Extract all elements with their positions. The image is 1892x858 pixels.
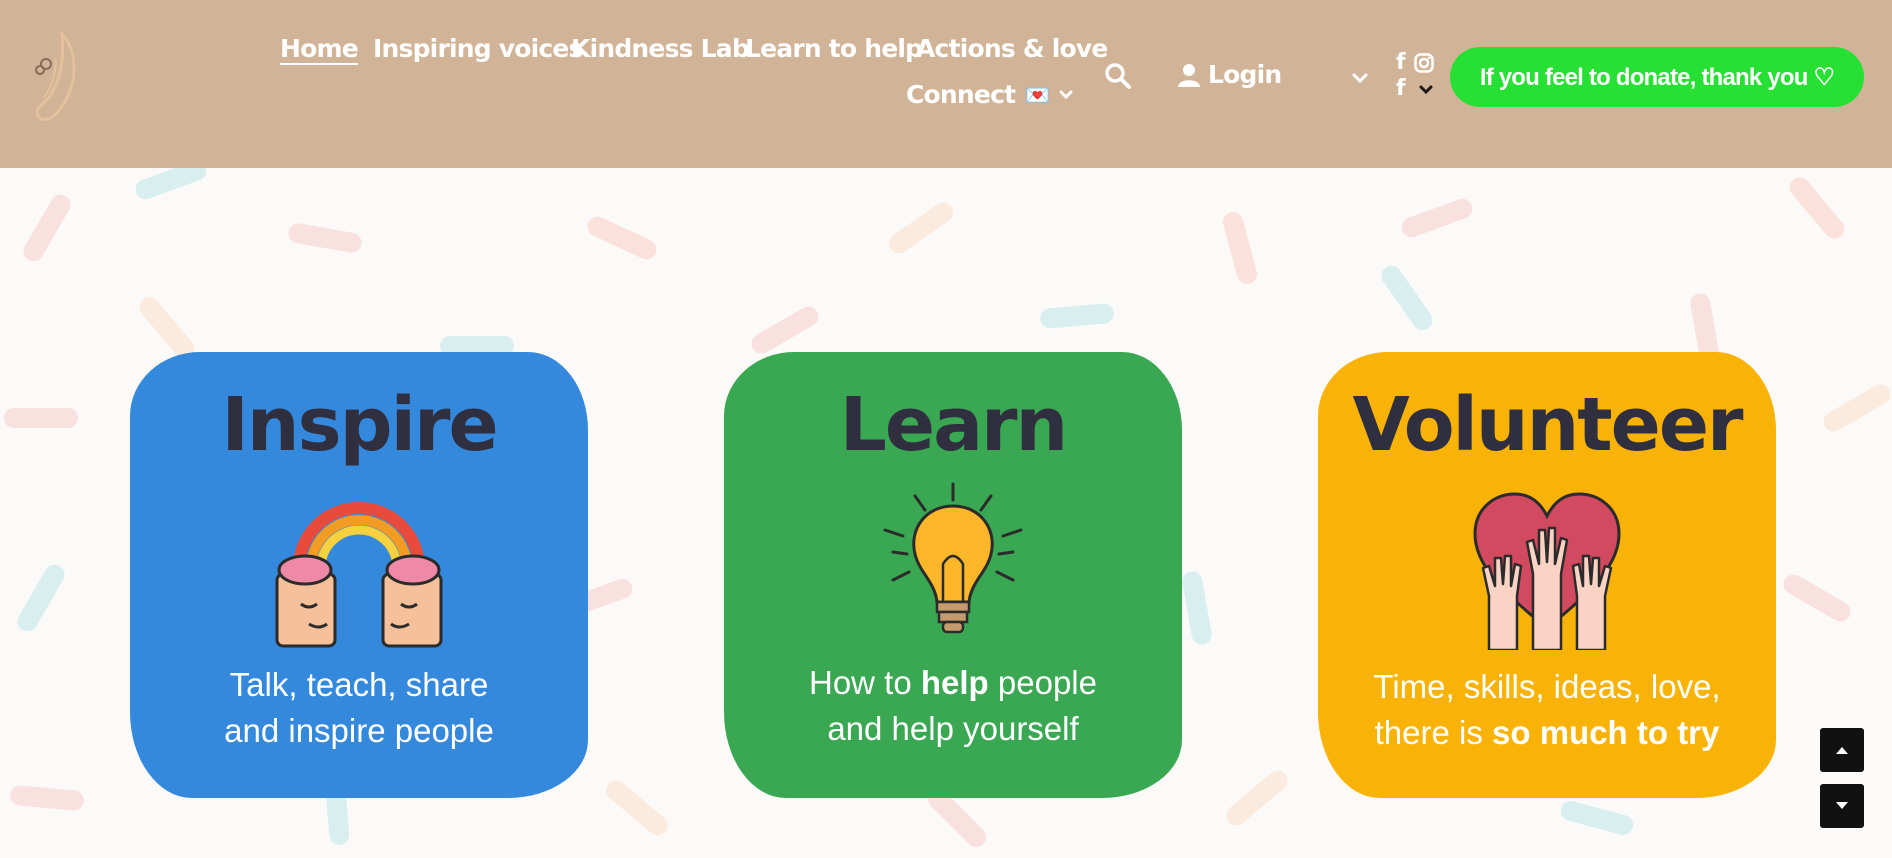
confetti-piece: [286, 221, 364, 255]
scroll-up-button[interactable]: [1820, 728, 1864, 772]
card-inspire[interactable]: Inspire Talk, teach, share and inspire p…: [130, 352, 588, 798]
card-volunteer[interactable]: Volunteer Time, skills, ideas, love, the…: [1318, 352, 1776, 798]
nav-connect-dropdown[interactable]: Connect 💌: [906, 80, 1073, 109]
card-text-part: How to: [809, 664, 921, 701]
user-icon: [1178, 63, 1200, 87]
confetti-piece: [19, 190, 75, 266]
confetti-piece: [884, 198, 958, 258]
chevron-down-icon[interactable]: [1419, 85, 1433, 95]
confetti-piece: [132, 168, 210, 203]
search-icon[interactable]: [1104, 62, 1132, 90]
card-text-line: and help yourself: [827, 710, 1079, 747]
card-text-part: there is: [1374, 714, 1493, 751]
heart-hands-icon: [1473, 492, 1621, 650]
nav-kindness-lab[interactable]: Kindness Lab: [571, 34, 750, 63]
confetti-piece: [584, 213, 660, 263]
card-text-line: Time, skills, ideas, love,: [1373, 668, 1721, 705]
card-title: Volunteer: [1352, 382, 1743, 468]
confetti-piece: [13, 560, 69, 636]
card-text-line: Talk, teach, share: [229, 666, 489, 703]
donate-button[interactable]: If you feel to donate, thank you ♡: [1450, 47, 1864, 107]
facebook-icon[interactable]: f: [1396, 78, 1406, 100]
confetti-piece: [4, 408, 78, 428]
card-text-line: How to help people: [724, 660, 1182, 706]
rainbow-heads-icon: [275, 502, 443, 648]
card-text-emphasis: help: [920, 664, 989, 701]
arrow-down-icon: [1836, 802, 1848, 809]
confetti-piece: [9, 784, 85, 812]
instagram-icon[interactable]: [1414, 53, 1434, 73]
confetti-piece: [602, 776, 672, 840]
light-bulb-icon: [883, 482, 1023, 634]
social-links: f f: [1396, 52, 1436, 104]
confetti-piece: [1398, 195, 1476, 241]
scroll-down-button[interactable]: [1820, 784, 1864, 828]
card-text-emphasis: so much to try: [1492, 714, 1720, 751]
confetti-piece: [747, 302, 823, 358]
card-title: Inspire: [221, 382, 498, 468]
arrow-up-icon: [1836, 747, 1848, 754]
confetti-piece: [1785, 173, 1849, 243]
site-header: Home Inspiring voices Kindness Lab Learn…: [0, 0, 1892, 168]
confetti-piece: [1039, 302, 1115, 330]
confetti-piece: [1377, 261, 1437, 335]
chevron-down-icon[interactable]: [1352, 72, 1368, 84]
card-text-line: and inspire people: [224, 712, 494, 749]
confetti-piece: [1558, 798, 1636, 838]
card-title: Learn: [839, 382, 1068, 468]
login-label: Login: [1208, 60, 1282, 89]
nav-learn-to-help[interactable]: Learn to help: [745, 34, 923, 63]
card-text-part: people: [988, 664, 1097, 701]
chevron-down-icon: [1059, 90, 1073, 99]
logo-icon[interactable]: [22, 28, 88, 126]
confetti-piece: [1222, 766, 1292, 830]
confetti-piece: [1220, 209, 1260, 287]
confetti-piece: [1779, 570, 1855, 626]
love-letter-icon: 💌: [1025, 82, 1050, 107]
card-learn[interactable]: Learn How to help people and help yourse…: [724, 352, 1182, 798]
facebook-icon[interactable]: f: [1396, 52, 1406, 74]
confetti-piece: [1180, 569, 1214, 647]
nav-actions-love[interactable]: Actions & love: [916, 34, 1108, 63]
card-text-line: there is so much to try: [1318, 710, 1776, 756]
confetti-piece: [1819, 380, 1892, 436]
nav-inspiring-voices[interactable]: Inspiring voices: [373, 34, 583, 63]
nav-home[interactable]: Home: [280, 34, 359, 63]
nav-connect-label: Connect: [906, 80, 1016, 109]
login-link[interactable]: Login: [1178, 60, 1282, 89]
